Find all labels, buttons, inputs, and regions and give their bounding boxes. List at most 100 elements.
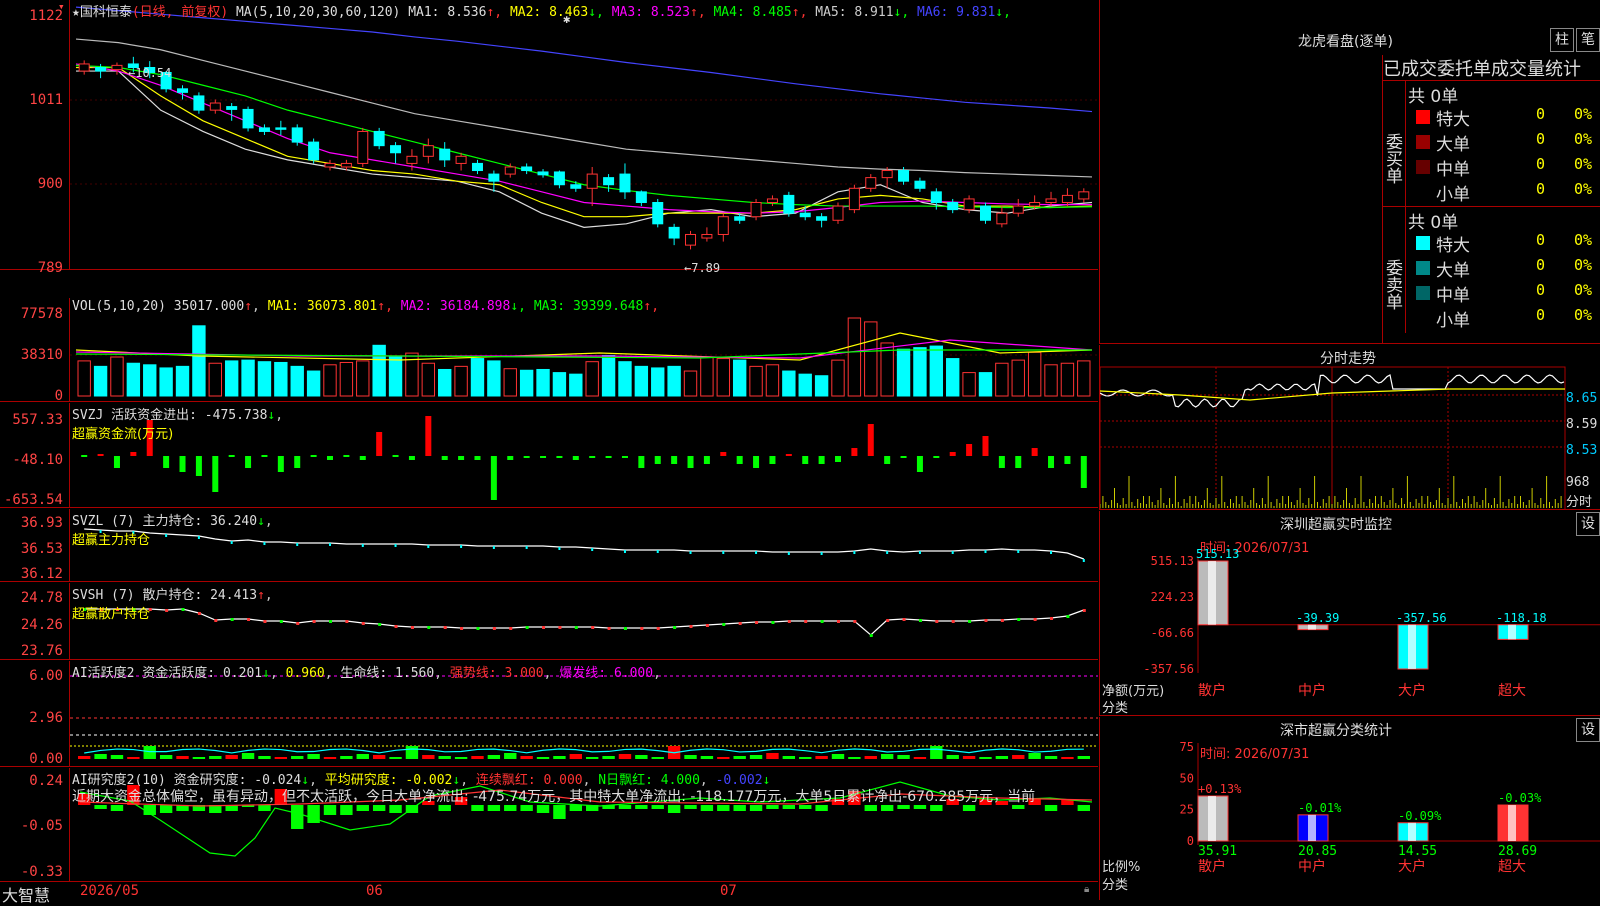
intraday-chart[interactable] [1100,345,1600,510]
activity-bar [913,757,927,759]
position-tick [1082,559,1085,562]
svsh-value: 24.413 [210,588,258,603]
monitor-panel[interactable]: 深圳超赢实时监控 设 时间: 2026/07/31 515.13 224.23 -6… [1099,511,1600,716]
flow-bar [998,456,1005,468]
vol-ma-value-3: MA3: 39399.648 [533,299,644,314]
research-bar [553,805,566,819]
activity-bar [504,753,517,759]
candle-body [1045,198,1057,204]
ma-value-2: MA2: 8.463 [509,5,589,20]
category-label: 大户 [1398,682,1426,699]
activity-bar [880,754,894,759]
category-label: 大户 [1398,858,1426,875]
activity-bar [1044,756,1058,759]
activity-bar [372,755,386,759]
ai-activity-panel[interactable]: 6.00 2.96 0.00 AI活跃度2 资金活跃度: 0.201↓, 0.9… [0,661,1098,767]
bar-value-label: +0.13% [1198,782,1242,796]
intraday-unit: 分时 [1566,495,1593,510]
ma-value-5: MA5: 8.911 [815,5,894,20]
activity-bar [684,755,697,759]
candle-body [930,191,942,203]
position-tick [542,626,546,629]
activity-bar [438,756,451,759]
tick-mode-button[interactable]: 笔 [1576,28,1600,52]
intraday-price-label: 8.65 [1566,391,1598,406]
price-panel[interactable]: 1122 1011 900 789 ▾ ◂ ★国科恒泰(日线, 前复权) MA(… [0,0,1098,276]
lock-icon[interactable]: 🔒︎ [1084,884,1089,895]
volume-bar [995,362,1009,397]
volume-bar [274,361,288,397]
low-note: ←7.89 [684,261,721,275]
intraday-price-label: 8.59 [1566,417,1598,432]
volume-bar [192,325,206,397]
candle-body [308,141,320,161]
volume-bar [634,365,649,397]
flow-bar [589,456,596,458]
flow-bar [1080,456,1087,488]
ai-research-panel[interactable]: 0.24 -0.05 -0.33 AI研究度2(10) 资金研究度: -0.02… [0,768,1098,881]
flow-bar [900,456,907,458]
stock-name[interactable]: 国科恒泰 [80,5,132,20]
flow-bar [97,454,104,456]
candle-body [652,202,664,225]
candle-body [177,88,189,93]
position-tick [853,551,856,554]
candle-body [537,171,549,176]
position-tick [755,551,758,554]
activity-bar [1077,756,1090,759]
position-tick [837,620,840,623]
color-swatch [1416,135,1430,149]
flow-bar [179,456,186,472]
activity-bar [143,746,156,759]
color-swatch [1416,185,1430,199]
activity-bar [192,757,206,759]
y-tick-label: -357.56 [1143,662,1194,676]
volume-bar [716,358,730,397]
flow-bar [703,456,710,464]
svsh-subtitle: 超赢散户持仓 [72,607,151,622]
flow-bar [277,456,284,472]
candle-body [914,180,926,189]
volume-panel[interactable]: 77578 38310 0 VOL(5,10,20) 35017.000↑, M… [0,298,1098,404]
order-row-1: 特大 0 0% [1406,231,1600,256]
position-tick [869,634,873,637]
candle-body [1061,194,1073,203]
category-label: 超大 [1498,683,1526,699]
svzj-subtitle: 超赢资金流(万元) [72,427,174,442]
svzl-panel[interactable]: 36.93 36.53 36.12 SVZL (7) 主力持仓: 36.240↓… [0,509,1098,582]
price-header: ★国科恒泰(日线, 前复权) MA(5,10,20,30,60,120) MA1… [72,5,1011,20]
volume-bar [143,364,157,397]
flow-bar [982,436,989,456]
activity-bar [782,756,796,759]
bar-highlight [1208,795,1216,841]
flow-bar [605,456,612,458]
ma-line-4 [75,64,1093,209]
flow-bar [490,456,497,500]
candle-body [766,198,778,204]
volume-bar [290,365,304,397]
flow-bar [507,456,514,460]
intraday-panel[interactable]: 分时走势 8.65 8.59 8.53 968 分时 [1099,345,1600,510]
flow-bar [818,456,825,464]
stats-panel[interactable]: 深市超赢分类统计 设 时间: 2026/07/31 75 50 25 0 +0.13% 散… [1099,717,1600,900]
svsh-panel[interactable]: 24.78 24.26 23.76 SVSH (7) 散户持仓: 24.413↑… [0,583,1098,660]
volume-bar [1011,359,1025,397]
flow-bar [753,456,760,468]
buy-label: 委买单 [1382,81,1406,207]
svzl-header: SVZL (7) 主力持仓: 36.240↓, 超赢主力持仓 [72,514,273,548]
flow-bar [966,444,973,456]
candle-body [898,170,910,182]
activity-bar [389,757,402,759]
candle-body [734,216,746,221]
bar-bottom-value: 35.91 [1198,844,1237,859]
svzj-panel[interactable]: 557.33 -48.10 -653.54 SVZJ 活跃资金进出: -475.… [0,403,1098,508]
volume-bar [847,317,862,397]
activity-bar [864,756,877,759]
volume-header: VOL(5,10,20) 35017.000↑, MA1: 36073.801↑… [72,299,660,314]
bar-bottom-value: 20.85 [1298,844,1337,859]
candlestick-chart[interactable]: ◂ [0,0,1098,270]
volume-bar [388,356,403,397]
position-tick [787,620,791,623]
position-tick [623,627,627,630]
bar-mode-button[interactable]: 柱 [1550,28,1574,52]
